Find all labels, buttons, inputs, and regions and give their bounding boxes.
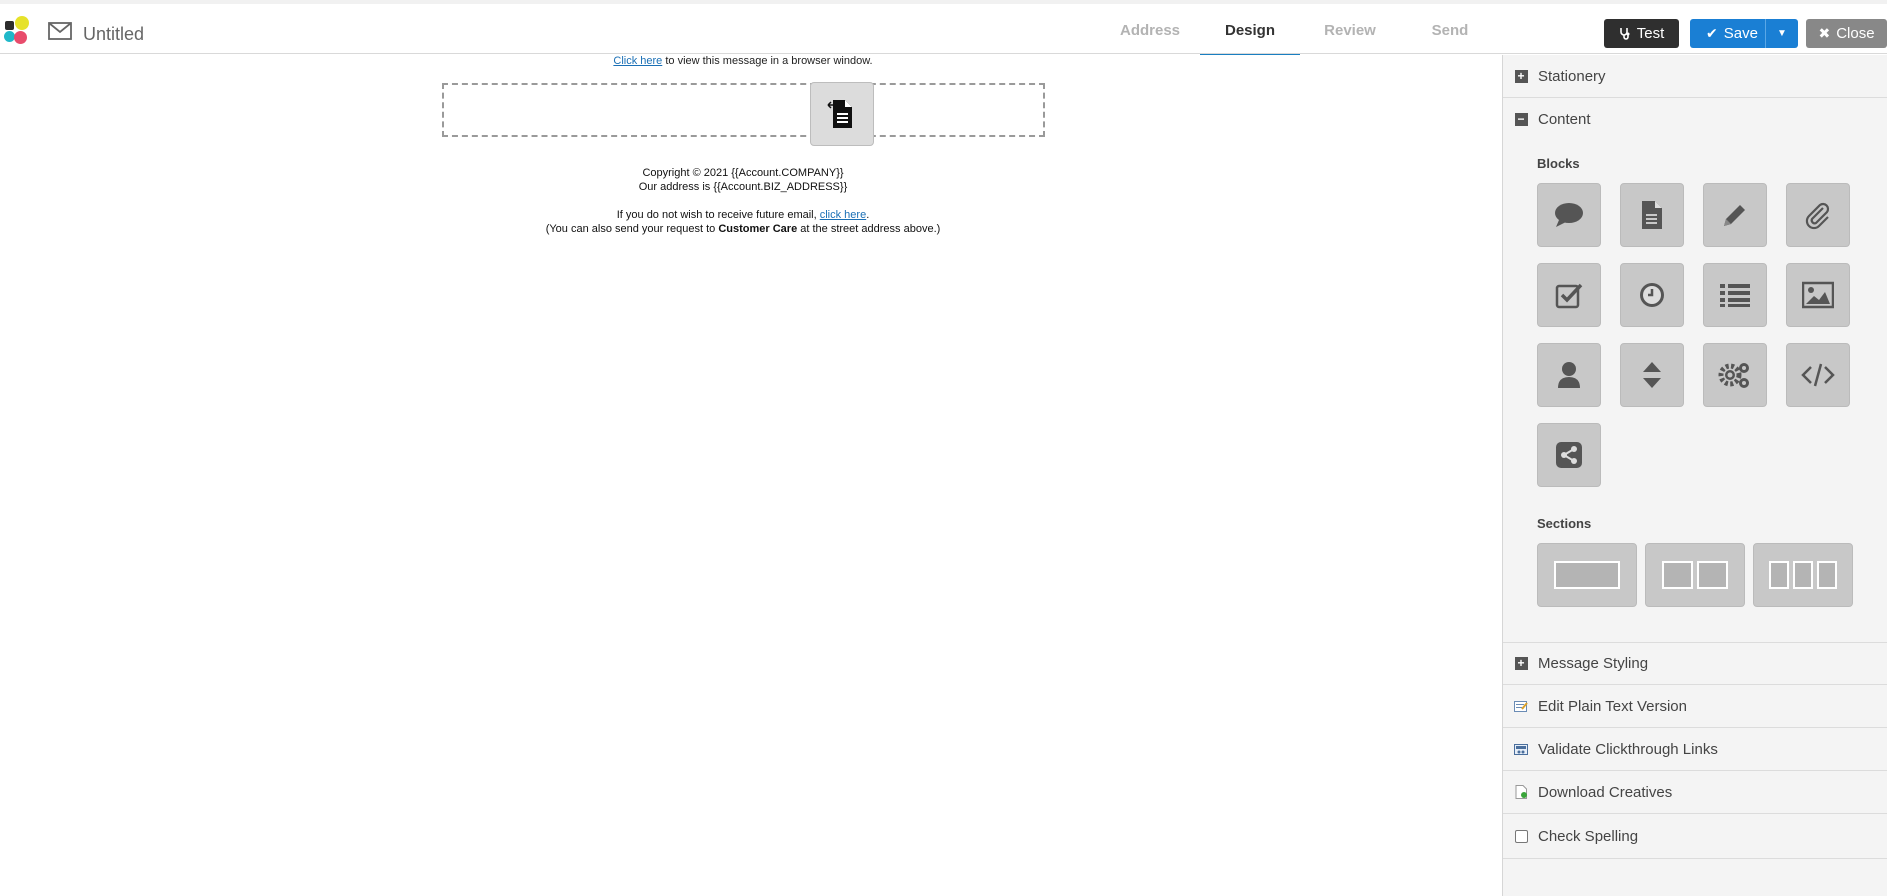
- clock-icon: [1640, 283, 1664, 307]
- check-spelling-checkbox[interactable]: [1514, 829, 1528, 843]
- block-image[interactable]: [1786, 263, 1850, 327]
- unsubscribe-text: If you do not wish to receive future ema…: [616, 209, 820, 221]
- step-review[interactable]: Review: [1300, 8, 1400, 58]
- block-attachment[interactable]: [1786, 183, 1850, 247]
- block-clock[interactable]: [1620, 263, 1684, 327]
- block-html[interactable]: [1786, 343, 1850, 407]
- envelope-icon: [48, 22, 72, 40]
- download-icon: [1514, 785, 1528, 799]
- content-label: Content: [1538, 111, 1591, 128]
- document-icon: [1642, 201, 1662, 229]
- edit-plain-text-link[interactable]: Edit Plain Text Version: [1503, 685, 1887, 728]
- collapse-icon: −: [1514, 113, 1528, 127]
- stationery-label: Stationery: [1538, 67, 1606, 85]
- validate-links-icon: [1514, 742, 1528, 756]
- check-spelling-label: Check Spelling: [1538, 827, 1639, 845]
- save-label: Save: [1723, 25, 1758, 42]
- paperclip-icon: [1805, 202, 1830, 230]
- section-two-column[interactable]: [1645, 543, 1745, 607]
- browser-view-line: Click here to view this message in a bro…: [0, 55, 1486, 67]
- block-person[interactable]: [1537, 343, 1601, 407]
- close-label: Close: [1836, 25, 1875, 42]
- unsubscribe-suffix: .: [866, 209, 870, 221]
- document-title[interactable]: Untitled: [83, 24, 144, 45]
- message-styling-label: Message Styling: [1538, 655, 1649, 672]
- wizard-steps: Address Design Review Send: [1100, 8, 1500, 59]
- dragged-content-block[interactable]: [810, 82, 874, 146]
- share-icon: [1556, 442, 1582, 468]
- check-icon: ✔: [1706, 25, 1718, 41]
- block-checkbox[interactable]: [1537, 263, 1601, 327]
- edit-plain-text-label: Edit Plain Text Version: [1538, 697, 1687, 715]
- browser-view-link[interactable]: Click here: [613, 55, 662, 67]
- expand-icon: +: [1514, 69, 1528, 83]
- edit-text-icon: [1514, 699, 1528, 713]
- check-spelling-row[interactable]: Check Spelling: [1503, 814, 1887, 859]
- section-three-column[interactable]: [1753, 543, 1853, 607]
- step-send[interactable]: Send: [1400, 8, 1500, 58]
- stethoscope-icon: [1619, 28, 1630, 40]
- two-column-icon: [1697, 561, 1728, 589]
- download-creatives-link[interactable]: Download Creatives: [1503, 771, 1887, 814]
- block-list[interactable]: [1703, 263, 1767, 327]
- save-button[interactable]: ✔ Save: [1690, 19, 1774, 48]
- list-icon: [1720, 284, 1750, 307]
- gears-icon: [1718, 363, 1749, 388]
- sections-heading: Sections: [1537, 516, 1592, 531]
- block-pencil[interactable]: [1703, 183, 1767, 247]
- app-logo[interactable]: [2, 16, 30, 44]
- top-bar: Untitled Address Design Review Send Test…: [0, 0, 1887, 59]
- block-text[interactable]: [1537, 183, 1601, 247]
- step-design[interactable]: Design: [1200, 8, 1300, 59]
- three-column-icon: [1817, 561, 1837, 589]
- blocks-heading: Blocks: [1537, 156, 1580, 171]
- customer-care-label: Customer Care: [718, 223, 798, 235]
- three-column-icon: [1769, 561, 1789, 589]
- pencil-icon: [1724, 205, 1745, 226]
- save-options-dropdown[interactable]: ▼: [1765, 19, 1798, 48]
- close-button[interactable]: ✖ Close: [1806, 19, 1887, 48]
- checkbox-icon: [1555, 283, 1583, 309]
- validate-links-link[interactable]: Validate Clickthrough Links: [1503, 728, 1887, 771]
- three-column-icon: [1793, 561, 1813, 589]
- block-drop-zone[interactable]: [442, 83, 1045, 137]
- section-one-column[interactable]: [1537, 543, 1637, 607]
- document-icon: [827, 100, 852, 128]
- address-line: Our address is {{Account.BIZ_ADDRESS}}: [638, 181, 848, 193]
- one-column-icon: [1554, 561, 1620, 589]
- code-icon: [1801, 363, 1835, 387]
- copyright-line: Copyright © 2021 {{Account.COMPANY}}: [642, 167, 844, 179]
- spacer-icon: [1643, 362, 1661, 388]
- request-text: (You can also send your request to: [545, 223, 719, 235]
- unsubscribe-link[interactable]: click here: [820, 209, 866, 221]
- expand-icon: +: [1514, 657, 1528, 671]
- person-icon: [1558, 362, 1580, 388]
- block-document[interactable]: [1620, 183, 1684, 247]
- accordion-content[interactable]: − Content: [1503, 98, 1887, 141]
- two-column-icon: [1662, 561, 1693, 589]
- unsubscribe-line: If you do not wish to receive future ema…: [0, 208, 1486, 222]
- request-line: (You can also send your request to Custo…: [0, 222, 1486, 236]
- caret-down-icon: ▼: [1777, 28, 1787, 39]
- message-canvas: Click here to view this message in a bro…: [0, 55, 1502, 896]
- accordion-stationery[interactable]: + Stationery: [1503, 55, 1887, 98]
- block-dynamic[interactable]: [1703, 343, 1767, 407]
- block-social-share[interactable]: [1537, 423, 1601, 487]
- test-label: Test: [1636, 25, 1665, 42]
- validate-links-label: Validate Clickthrough Links: [1538, 740, 1718, 758]
- step-address[interactable]: Address: [1100, 8, 1200, 58]
- download-creatives-label: Download Creatives: [1538, 783, 1673, 801]
- design-side-panel: + Stationery − Content Blocks Sections +…: [1502, 55, 1887, 896]
- block-spacer[interactable]: [1620, 343, 1684, 407]
- speech-bubble-icon: [1555, 203, 1583, 227]
- test-button[interactable]: Test: [1604, 19, 1679, 48]
- image-icon: [1802, 281, 1834, 309]
- browser-view-text: to view this message in a browser window…: [662, 55, 873, 67]
- request-suffix: at the street address above.): [797, 223, 941, 235]
- close-icon: ✖: [1818, 25, 1831, 41]
- accordion-message-styling[interactable]: + Message Styling: [1503, 642, 1887, 685]
